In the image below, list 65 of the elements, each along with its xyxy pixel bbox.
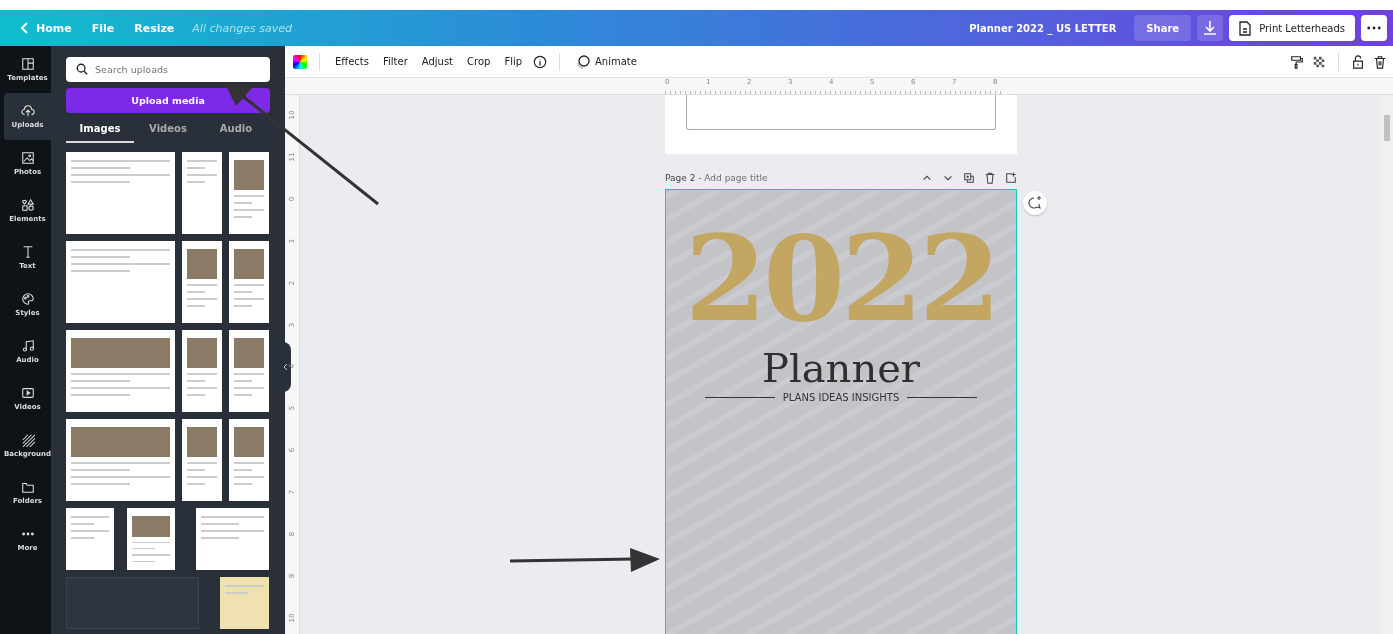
template-thumbnail[interactable] [196,508,269,570]
animate-icon [575,53,592,70]
template-thumbnail[interactable] [127,508,175,570]
media-tab[interactable]: Audio [202,115,270,143]
add-comment-button[interactable] [1023,191,1047,215]
upload-media-button[interactable]: Upload media [66,88,270,113]
share-button[interactable]: Share [1134,15,1192,41]
template-thumbnail[interactable] [182,241,222,323]
toolbar-button[interactable]: Effects [332,54,372,69]
document-title: Planner 2022 _ US LETTER [969,22,1117,34]
cloud-upload-icon [20,104,35,118]
trash-icon[interactable] [984,172,996,184]
search-icon [76,63,88,75]
media-tab[interactable]: Images [66,115,134,143]
template-thumbnail[interactable] [229,241,269,323]
transparency-icon[interactable] [1312,54,1326,69]
template-thumbnail[interactable] [66,330,175,412]
template-thumbnail[interactable] [182,152,222,234]
folder-icon [20,480,35,494]
hatch-icon [20,433,35,447]
print-button[interactable]: Print Letterheads [1229,15,1355,41]
tagline: PLANS IDEAS INSIGHTS [782,391,900,403]
toolbar-button[interactable]: Adjust [418,54,457,69]
template-thumbnail[interactable] [182,330,222,412]
template-thumbnail[interactable] [229,152,269,234]
template-thumbnail[interactable] [219,577,269,629]
template-thumbnail[interactable] [66,508,114,570]
planner-heading: Planner [762,345,920,390]
toolbar-button[interactable]: Filter [380,54,411,69]
trash-icon[interactable] [1373,54,1387,69]
add-page-icon[interactable] [1005,172,1017,184]
template-thumbnail[interactable] [66,241,175,323]
image-icon [20,151,35,165]
media-tab[interactable]: Videos [134,115,202,143]
info-icon[interactable] [533,54,548,69]
shapes-icon [20,198,35,212]
template-thumbnail[interactable] [66,419,175,501]
page-title-label[interactable]: Page 2 - Add page title [665,173,768,183]
toolbar-button[interactable]: Crop [464,54,494,69]
document-icon [1239,20,1252,36]
search-field[interactable]: Search uploads [66,57,270,82]
color-swatch-button[interactable] [293,54,307,69]
toolbar-button[interactable]: Flip [501,54,526,69]
download-button[interactable] [1197,15,1224,41]
more-icon [1367,26,1381,30]
duplicate-icon[interactable] [963,172,975,184]
animate-button[interactable]: Animate [572,51,640,72]
template-thumbnail[interactable] [66,152,175,234]
save-status: All changes saved [192,21,292,35]
template-thumbnail[interactable] [182,419,222,501]
unlock-icon[interactable] [1351,54,1365,69]
template-thumbnail[interactable] [229,419,269,501]
music-note-icon [20,339,35,353]
chevron-left-icon [282,363,288,371]
template-thumbnail[interactable] [229,330,269,412]
paint-roller-icon[interactable] [1290,54,1304,69]
add-comment-icon [1028,196,1042,210]
palette-icon [20,292,35,306]
layout-icon [20,57,35,71]
video-icon [20,386,35,400]
download-icon [1203,20,1218,36]
chevron-left-icon [20,21,30,35]
more-options-button[interactable] [1361,15,1387,41]
year-heading: 2022 [684,214,998,344]
scrollbar[interactable] [1381,95,1393,634]
